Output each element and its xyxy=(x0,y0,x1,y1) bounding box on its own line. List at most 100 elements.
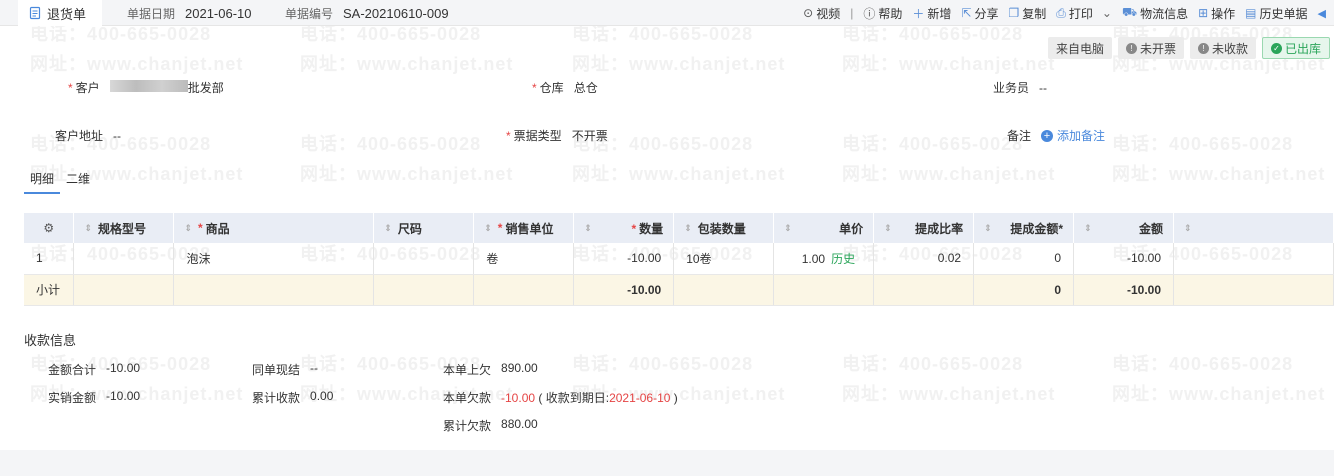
watermark-site: 网址：www.chanjet.net xyxy=(300,54,514,74)
customer-value: 批发部 xyxy=(109,79,224,96)
watermark-phone: 电话：400-665-0028 xyxy=(842,354,1024,374)
add-remark-label: 添加备注 xyxy=(1057,129,1106,143)
cell-rate[interactable]: 0.02 xyxy=(873,243,975,275)
badge-not-collected: ! 未收款 xyxy=(1189,37,1256,59)
cell-amount[interactable]: -10.00 xyxy=(1073,243,1175,275)
caret-left-icon: ◀ xyxy=(1317,7,1326,20)
doc-number: 单据编号 SA-20210610-009 xyxy=(285,0,449,26)
number-label: 单据编号 xyxy=(285,6,334,21)
col-spec[interactable]: ⇕ 规格型号 xyxy=(73,213,175,243)
video-button[interactable]: ⊙ 视频 xyxy=(803,5,840,22)
table-row[interactable]: 1 泡沫 卷 -10.00 10卷 1.00 历史 0.02 0 -10.00 xyxy=(24,243,1334,275)
cumulative-owed-value: 880.00 xyxy=(501,417,538,431)
print-button[interactable]: ⎙ 打印 ⌄ xyxy=(1056,5,1112,22)
previous-owed: 本单上欠 890.00 xyxy=(443,361,538,378)
watermark-site: 网址：www.chanjet.net xyxy=(300,164,514,184)
cell-product[interactable]: 泡沫 xyxy=(173,243,375,275)
operate-button[interactable]: ⊞ 操作 xyxy=(1198,5,1235,22)
add-label: 新增 xyxy=(927,6,952,21)
share-button[interactable]: ⇱ 分享 xyxy=(961,5,998,22)
watermark-site: 网址：www.chanjet.net xyxy=(30,54,244,74)
required-mark: * xyxy=(631,221,637,236)
col-product-label: 商品 xyxy=(205,221,230,236)
cell-spec[interactable] xyxy=(73,243,175,275)
cell-unit[interactable]: 卷 xyxy=(473,243,575,275)
col-rate[interactable]: ⇕ 提成比率 xyxy=(873,213,975,243)
toolbar-separator: | xyxy=(850,6,854,20)
customer-field[interactable]: * 客户 批发部 xyxy=(68,79,224,96)
toolbar: ⊙ 视频 | ⓘ 帮助 ＋新增 ⇱ 分享 ❐ 复制 ⎙ 打印 ⌄ ⛟ 物流信息 ⊞ 操作 ▤ 历史… xyxy=(803,0,1326,26)
col-unit[interactable]: ⇕ * 销售单位 xyxy=(473,213,575,243)
col-size[interactable]: ⇕ 尺码 xyxy=(373,213,475,243)
price-history-link[interactable]: 历史 xyxy=(831,252,855,266)
actual-amount: 实销金额 -10.00 xyxy=(48,389,140,406)
salesman-field[interactable]: 业务员 -- xyxy=(993,79,1047,96)
collapse-button[interactable]: ◀ xyxy=(1318,7,1326,20)
customer-value-suffix: 批发部 xyxy=(187,81,224,95)
warehouse-field[interactable]: * 仓库 总仓 xyxy=(532,79,598,96)
sort-icon[interactable]: ⇕ xyxy=(1084,223,1092,234)
remark-field: 备注 + 添加备注 xyxy=(1007,127,1105,144)
add-remark-button[interactable]: + 添加备注 xyxy=(1041,127,1105,144)
required-mark: * xyxy=(532,81,537,95)
logistics-label: 物流信息 xyxy=(1140,6,1189,21)
cell-pack[interactable]: 10卷 xyxy=(673,243,775,275)
cumulative-received: 累计收款 0.00 xyxy=(252,389,333,406)
total-amount: 金额合计 -10.00 xyxy=(48,361,140,378)
address-field[interactable]: 客户地址 -- xyxy=(55,127,121,144)
col-qty[interactable]: ⇕ * 数量 xyxy=(573,213,675,243)
logistics-button[interactable]: ⛟ 物流信息 xyxy=(1122,5,1188,22)
badge-label: 未收款 xyxy=(1211,41,1248,56)
sort-icon[interactable]: ⇕ xyxy=(584,223,592,234)
due-date-prefix: ( 收款到期日: xyxy=(538,391,610,405)
sort-icon[interactable]: ⇕ xyxy=(84,223,92,234)
history-button[interactable]: ▤ 历史单据 xyxy=(1245,5,1307,22)
help-button[interactable]: ⓘ 帮助 xyxy=(863,5,902,22)
previous-owed-value: 890.00 xyxy=(501,361,538,375)
add-button[interactable]: ＋新增 xyxy=(912,5,951,22)
sort-icon[interactable]: ⇕ xyxy=(684,223,692,234)
invoice-type-field[interactable]: * 票据类型 不开票 xyxy=(506,127,608,144)
col-price[interactable]: ⇕ 单价 xyxy=(773,213,875,243)
sort-icon[interactable]: ⇕ xyxy=(784,223,792,234)
same-cash-value: -- xyxy=(310,361,319,375)
sort-icon[interactable]: ⇕ xyxy=(1184,223,1192,234)
sort-icon[interactable]: ⇕ xyxy=(884,223,892,234)
doc-date: 单据日期 2021-06-10 xyxy=(127,0,252,26)
col-extra[interactable]: ⇕ xyxy=(1173,213,1334,243)
number-value: SA-20210610-009 xyxy=(343,5,449,21)
sort-icon[interactable]: ⇕ xyxy=(984,223,992,234)
cell-size[interactable] xyxy=(373,243,475,275)
copy-button[interactable]: ❐ 复制 xyxy=(1009,5,1047,22)
col-commission[interactable]: ⇕ 提成金额* xyxy=(973,213,1075,243)
col-amount[interactable]: ⇕ 金额 xyxy=(1073,213,1175,243)
same-cash: 同单现结 -- xyxy=(252,361,318,378)
col-product[interactable]: ⇕ * 商品 xyxy=(173,213,375,243)
sort-icon[interactable]: ⇕ xyxy=(384,223,392,234)
print-label: 打印 xyxy=(1068,6,1093,21)
watermark-phone: 电话：400-665-0028 xyxy=(1112,134,1294,154)
col-unit-label: 销售单位 xyxy=(505,221,554,236)
salesman-value: -- xyxy=(1039,80,1048,95)
history-doc-icon: ▤ xyxy=(1245,6,1257,20)
cell-commission[interactable]: 0 xyxy=(973,243,1075,275)
doc-tab[interactable]: 退货单 xyxy=(18,0,103,26)
badge-label: 未开票 xyxy=(1139,41,1176,56)
tab-matrix[interactable]: 二维 xyxy=(60,168,96,194)
chevron-down-icon[interactable]: ⌄ xyxy=(1102,6,1112,20)
col-spec-label: 规格型号 xyxy=(98,221,147,236)
col-pack[interactable]: ⇕ 包装数量 xyxy=(673,213,775,243)
watermark-site: 网址：www.chanjet.net xyxy=(842,384,1056,404)
price-value: 1.00 xyxy=(801,251,826,266)
tab-detail[interactable]: 明细 xyxy=(24,168,61,194)
printer-icon: ⎙ xyxy=(1056,5,1066,20)
sort-icon[interactable]: ⇕ xyxy=(484,223,492,234)
history-label: 历史单据 xyxy=(1259,6,1308,21)
sort-icon[interactable]: ⇕ xyxy=(184,223,192,234)
column-settings-button[interactable]: ⚙ xyxy=(24,213,75,243)
col-price-label: 单价 xyxy=(839,221,864,236)
cell-qty[interactable]: -10.00 xyxy=(573,243,675,275)
cell-price[interactable]: 1.00 历史 xyxy=(773,243,875,275)
current-owed: 本单欠款 -10.00 ( 收款到期日:2021-06-10 ) xyxy=(443,389,678,406)
required-mark: * xyxy=(497,221,503,235)
